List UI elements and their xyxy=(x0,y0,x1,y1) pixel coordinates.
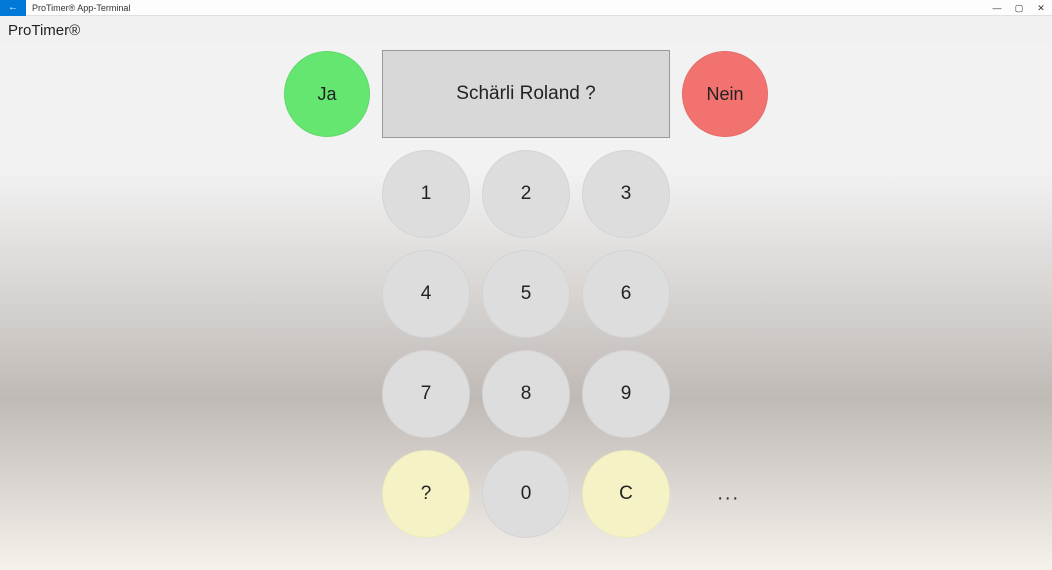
window-controls: — ▢ ✕ xyxy=(986,0,1052,16)
confirm-row: Ja Schärli Roland ? Nein xyxy=(0,50,1052,138)
titlebar: ← ProTimer® App-Terminal — ▢ ✕ xyxy=(0,0,1052,16)
keypad-row-3: 7 8 9 xyxy=(382,350,670,438)
key-0[interactable]: 0 xyxy=(482,450,570,538)
key-label: 8 xyxy=(521,383,532,405)
keypad-row-1: 1 2 3 xyxy=(382,150,670,238)
key-label: 6 xyxy=(621,283,632,305)
back-button[interactable]: ← xyxy=(0,0,26,16)
maximize-button[interactable]: ▢ xyxy=(1008,3,1030,14)
yes-button[interactable]: Ja xyxy=(284,51,370,137)
key-5[interactable]: 5 xyxy=(482,250,570,338)
key-label: C xyxy=(619,483,633,505)
key-label: 1 xyxy=(421,183,432,205)
display-text: Schärli Roland ? xyxy=(456,83,595,105)
close-button[interactable]: ✕ xyxy=(1030,3,1052,14)
key-2[interactable]: 2 xyxy=(482,150,570,238)
key-label: 7 xyxy=(421,383,432,405)
no-label: Nein xyxy=(706,84,743,105)
key-label: 4 xyxy=(421,283,432,305)
key-label: 0 xyxy=(521,483,532,505)
key-3[interactable]: 3 xyxy=(582,150,670,238)
key-4[interactable]: 4 xyxy=(382,250,470,338)
app-title: ProTimer® xyxy=(8,22,80,39)
key-6[interactable]: 6 xyxy=(582,250,670,338)
back-arrow-icon: ← xyxy=(8,2,18,13)
key-label: 2 xyxy=(521,183,532,205)
more-button[interactable]: ... xyxy=(717,483,740,506)
key-question[interactable]: ? xyxy=(382,450,470,538)
window-title: ProTimer® App-Terminal xyxy=(32,3,130,13)
key-7[interactable]: 7 xyxy=(382,350,470,438)
more-icon: ... xyxy=(717,483,740,505)
minimize-button[interactable]: — xyxy=(986,3,1008,13)
key-label: ? xyxy=(421,483,432,505)
key-label: 5 xyxy=(521,283,532,305)
keypad-row-4: ? 0 C ... xyxy=(382,450,670,538)
key-8[interactable]: 8 xyxy=(482,350,570,438)
key-label: 3 xyxy=(621,183,632,205)
app-header: ProTimer® xyxy=(0,16,1052,44)
yes-label: Ja xyxy=(317,84,336,105)
display-box: Schärli Roland ? xyxy=(382,50,670,138)
keypad: 1 2 3 4 5 6 7 8 9 ? 0 C ... xyxy=(0,150,1052,538)
key-label: 9 xyxy=(621,383,632,405)
no-button[interactable]: Nein xyxy=(682,51,768,137)
keypad-row-2: 4 5 6 xyxy=(382,250,670,338)
key-9[interactable]: 9 xyxy=(582,350,670,438)
key-1[interactable]: 1 xyxy=(382,150,470,238)
key-clear[interactable]: C xyxy=(582,450,670,538)
